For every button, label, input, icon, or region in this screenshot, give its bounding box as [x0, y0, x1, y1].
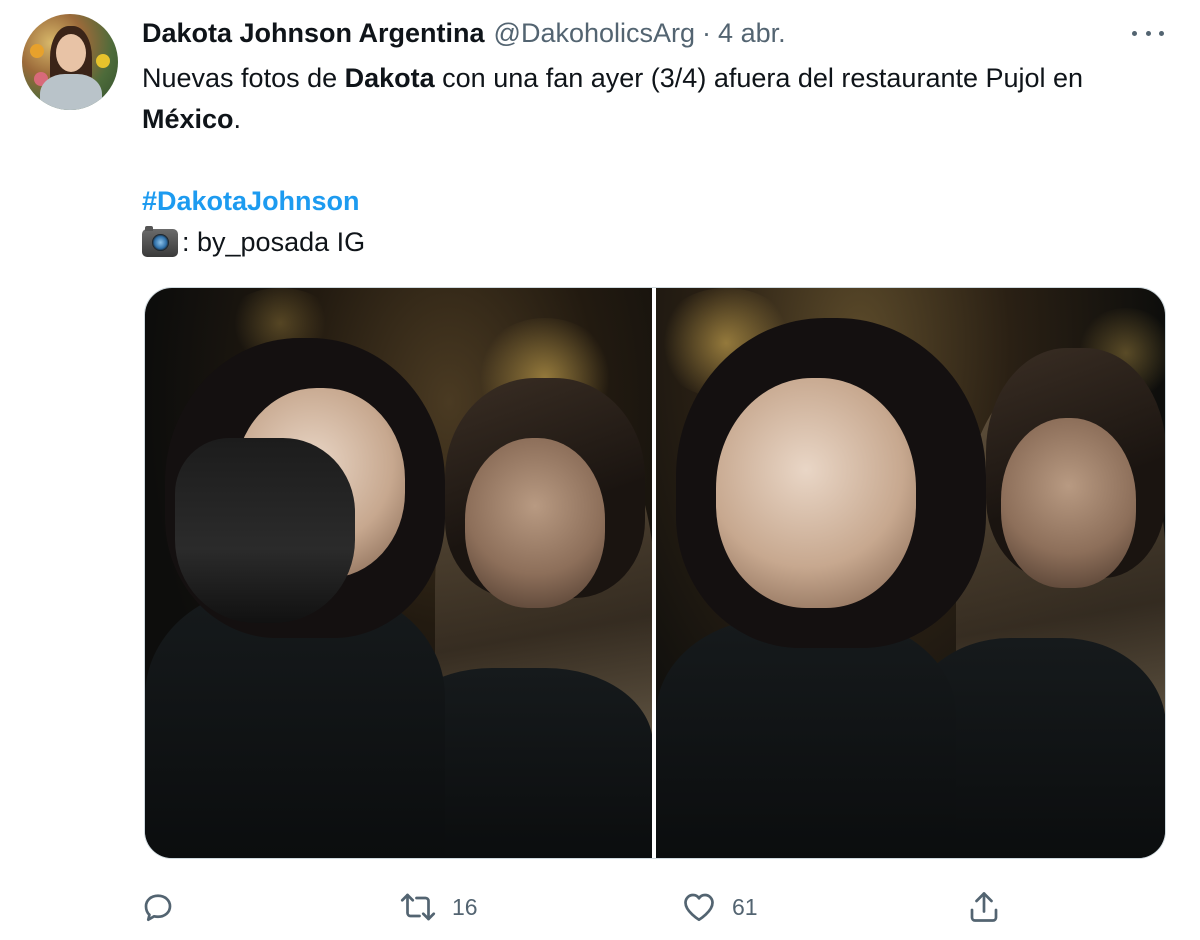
photo-1[interactable]: [145, 288, 652, 858]
tweet: Dakota Johnson Argentina @DakoholicsArg …: [0, 0, 1200, 940]
reply-icon: [144, 894, 172, 922]
text-part-1: Nuevas fotos de: [142, 63, 345, 93]
retweet-icon: [400, 893, 436, 921]
author-handle[interactable]: @DakoholicsArg: [494, 18, 696, 49]
retweet-count: 16: [452, 893, 478, 920]
text-bold-mexico: México: [142, 104, 234, 134]
share-icon: [970, 892, 998, 922]
avatar[interactable]: [22, 14, 118, 110]
heart-icon: [684, 893, 714, 922]
share-button[interactable]: [966, 882, 1002, 932]
text-part-3: .: [233, 104, 242, 134]
photo-2[interactable]: [656, 288, 1165, 858]
hashtag-link[interactable]: #DakotaJohnson: [142, 181, 1172, 222]
text-part-2: con una fan ayer (3/4) afuera del restau…: [434, 63, 1084, 93]
credit-text: : by_posada IG: [182, 227, 366, 257]
media-grid: [144, 287, 1166, 859]
credit-line: : by_posada IG: [142, 222, 1172, 263]
like-button[interactable]: 61: [680, 882, 758, 932]
separator-dot: ·: [702, 17, 712, 48]
camera-icon: [142, 225, 178, 257]
reply-button[interactable]: [140, 882, 190, 932]
like-count: 61: [732, 893, 758, 920]
tweet-text-main: Nuevas fotos de Dakota con una fan ayer …: [142, 58, 1172, 140]
author-name[interactable]: Dakota Johnson Argentina: [142, 18, 485, 49]
tweet-date[interactable]: 4 abr.: [718, 18, 786, 49]
text-bold-dakota: Dakota: [344, 63, 435, 93]
tweet-header: Dakota Johnson Argentina @DakoholicsArg …: [142, 15, 786, 51]
action-bar: 16 61: [140, 882, 1180, 932]
retweet-button[interactable]: 16: [398, 882, 478, 932]
tweet-text: Nuevas fotos de Dakota con una fan ayer …: [142, 58, 1172, 263]
more-icon[interactable]: [1132, 24, 1164, 42]
